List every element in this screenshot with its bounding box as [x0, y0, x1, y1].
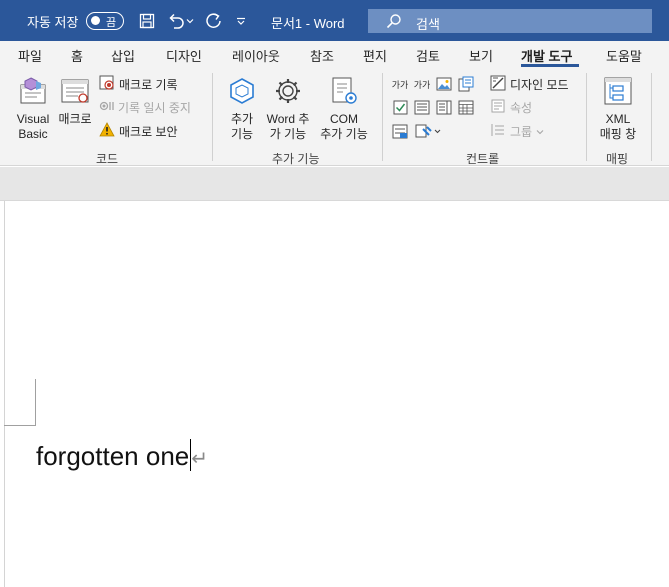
ribbon-tabs: 파일 홈 삽입 디자인 레이아웃 참조 편지 검토 보기 개발 도구 도움말: [0, 41, 669, 68]
visual-basic-label-2: Basic: [18, 127, 48, 141]
addins-group-label: 추가 기능: [272, 152, 320, 166]
legacy-tools-button[interactable]: [413, 123, 443, 139]
undo-dropdown-icon[interactable]: [185, 12, 195, 30]
macros-label: 매크로: [58, 112, 92, 126]
addins-label-1: 추가: [230, 112, 254, 126]
group-separator: [586, 73, 587, 161]
warning-icon: [99, 122, 115, 140]
checkbox-control-icon[interactable]: [391, 99, 409, 115]
word-addins-button[interactable]: Word 추 가 기능: [263, 76, 313, 142]
xml-mapping-pane-button[interactable]: XML 매핑 창: [593, 76, 643, 142]
gear-icon: [263, 76, 313, 110]
group-separator: [651, 73, 652, 161]
visual-basic-label-1: Visual: [16, 112, 50, 126]
active-tab-underline: [521, 64, 579, 67]
word-addins-label-2: 가 기능: [269, 127, 307, 141]
pause-recording-icon: [99, 100, 117, 115]
properties-button[interactable]: 속성: [490, 99, 532, 115]
undo-icon[interactable]: [167, 12, 185, 30]
record-macro-icon: [99, 75, 115, 94]
tab-developer[interactable]: 개발 도구: [521, 46, 572, 65]
document-title: 문서1 - Word: [271, 16, 345, 31]
controls-group-label: 컨트롤: [466, 152, 500, 166]
chevron-down-icon: [536, 124, 544, 138]
search-icon: [386, 13, 402, 34]
pause-recording-button[interactable]: 기록 일시 중지: [99, 99, 191, 115]
macro-security-label: 매크로 보안: [119, 124, 178, 139]
rich-text-control-icon[interactable]: 가가: [391, 76, 409, 92]
addins-button[interactable]: 추가 기능: [222, 76, 262, 142]
com-addins-label-1: COM: [330, 112, 358, 126]
picture-control-icon[interactable]: [435, 76, 453, 92]
tab-design[interactable]: 디자인: [166, 46, 202, 65]
macro-security-button[interactable]: 매크로 보안: [99, 122, 178, 140]
tab-help[interactable]: 도움말: [606, 46, 642, 65]
search-box[interactable]: 검색: [368, 9, 652, 33]
group-separator: [382, 73, 383, 161]
properties-label: 속성: [510, 100, 533, 115]
document-paragraph[interactable]: forgotten one ↵: [36, 433, 208, 472]
tab-mailings[interactable]: 편지: [363, 46, 387, 65]
ribbon: Visual Basic 매크로 매크로 기록 기록 일시 중지 매크로 보안 …: [0, 68, 669, 166]
com-addins-button[interactable]: COM 추가 기능: [316, 76, 372, 142]
com-addins-icon: [316, 76, 372, 110]
pause-recording-label: 기록 일시 중지: [118, 100, 191, 115]
record-macro-button[interactable]: 매크로 기록: [99, 75, 178, 94]
design-mode-label: 디자인 모드: [510, 77, 569, 92]
document-text: forgotten one: [36, 441, 190, 471]
record-macro-label: 매크로 기록: [119, 77, 178, 92]
tab-review[interactable]: 검토: [416, 46, 440, 65]
date-picker-control-icon[interactable]: [457, 99, 475, 115]
group-button[interactable]: 그룹: [490, 123, 544, 139]
group-label: 그룹: [510, 124, 533, 139]
design-mode-button[interactable]: 디자인 모드: [490, 75, 569, 94]
xml-pane-label-1: XML: [605, 112, 631, 126]
text-cursor: [190, 439, 192, 471]
visual-basic-button[interactable]: Visual Basic: [12, 76, 54, 142]
autosave-toggle[interactable]: 끔: [86, 12, 124, 30]
xml-pane-label-2: 매핑 창: [599, 127, 637, 141]
autosave-toggle-state: 끔: [106, 17, 117, 29]
margin-corner-mark: [35, 379, 36, 426]
repeating-section-control-icon[interactable]: [391, 123, 409, 139]
combo-box-control-icon[interactable]: [413, 99, 431, 115]
mapping-group-label: 매핑: [606, 152, 629, 166]
visual-basic-icon: [12, 76, 54, 110]
macros-button[interactable]: 매크로: [55, 76, 95, 127]
document-page[interactable]: [4, 201, 669, 587]
building-block-control-icon[interactable]: [457, 76, 475, 92]
code-group-label: 코드: [96, 152, 119, 166]
com-addins-label-2: 추가 기능: [320, 127, 368, 141]
addins-icon: [222, 76, 262, 110]
xml-mapping-icon: [593, 76, 643, 110]
properties-icon: [490, 98, 506, 117]
word-window: 자동 저장 끔 문서1 - Word 검색 파일 홈 삽입 디자인 레이아웃 참…: [0, 0, 669, 587]
tab-home[interactable]: 홈: [71, 46, 83, 65]
tab-file[interactable]: 파일: [18, 46, 42, 65]
design-mode-icon: [490, 75, 506, 94]
tab-references[interactable]: 참조: [310, 46, 334, 65]
dropdown-list-control-icon[interactable]: [435, 99, 453, 115]
addins-label-2: 기능: [230, 127, 254, 141]
group-icon: [490, 122, 506, 141]
plain-text-control-icon[interactable]: 가가: [413, 76, 431, 92]
word-addins-label-1: Word 추: [266, 112, 310, 126]
toggle-knob: [91, 16, 100, 25]
search-placeholder: 검색: [416, 17, 440, 32]
macros-icon: [55, 76, 95, 110]
customize-qat-icon[interactable]: [234, 12, 248, 30]
redo-icon[interactable]: [205, 12, 223, 30]
paragraph-mark-icon: ↵: [191, 448, 208, 470]
tab-view[interactable]: 보기: [469, 46, 493, 65]
tab-insert[interactable]: 삽입: [111, 46, 135, 65]
save-icon[interactable]: [138, 12, 156, 30]
tab-layout[interactable]: 레이아웃: [232, 46, 280, 65]
title-bar: 자동 저장 끔 문서1 - Word 검색: [0, 0, 669, 41]
margin-corner-mark-horizontal: [4, 425, 36, 426]
document-background: [0, 167, 669, 201]
autosave-label: 자동 저장: [27, 15, 79, 30]
group-separator: [212, 73, 213, 161]
